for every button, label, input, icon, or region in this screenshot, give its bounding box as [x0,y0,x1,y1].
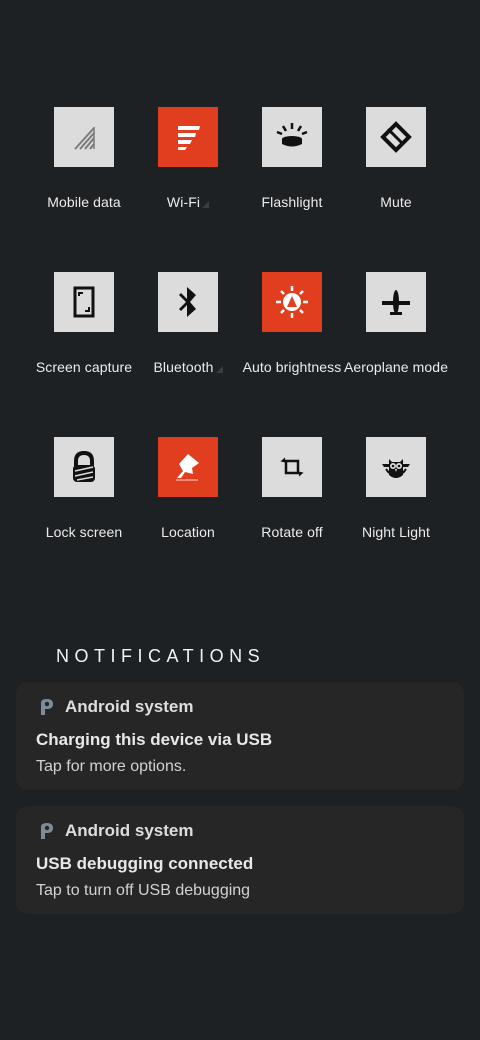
rotate-icon [280,457,304,477]
flashlight-icon [276,123,308,147]
tile-mute[interactable]: Mute [344,107,448,272]
tile-aeroplane-mode[interactable]: Aeroplane mode [344,272,448,437]
lock-icon [73,450,95,482]
tile-screen-capture-box[interactable] [54,272,114,332]
wifi-icon [178,126,200,150]
tile-night-light[interactable]: Night Light [344,437,448,602]
notification-app-name: Android system [65,697,194,716]
tile-rotate-off-box[interactable] [262,437,322,497]
mute-icon [380,121,412,153]
tile-wifi-box[interactable] [158,107,218,167]
tile-auto-brightness[interactable]: Auto brightness [240,272,344,437]
tile-label: Flashlight [261,194,323,210]
tile-bluetooth-box[interactable] [158,272,218,332]
notification-card[interactable]: Android system Charging this device via … [16,682,464,790]
tile-label: Wi-Fi [167,194,210,210]
tile-auto-brightness-box[interactable] [262,272,322,332]
quick-settings-row: Screen capture Bluetooth Auto brightness… [0,272,480,437]
android-system-icon [41,699,53,715]
expand-arrow-icon [215,366,223,373]
notification-header: Android system [38,697,193,717]
tile-label: Mute [380,194,412,210]
brightness-icon [276,286,308,318]
tile-label: Lock screen [45,524,123,540]
notification-title: USB debugging connected [36,854,254,873]
notification-header: Android system [38,821,193,841]
expand-arrow-icon [202,201,210,208]
tile-wifi[interactable]: Wi-Fi [136,107,240,272]
tile-label: Night Light [361,524,431,540]
notification-text: Tap to turn off USB debugging [36,882,251,899]
notification-card[interactable]: Android system USB debugging connected T… [16,806,464,914]
tile-label: Location [161,524,215,540]
tile-lock-screen-box[interactable] [54,437,114,497]
location-icon [176,454,199,481]
notification-shade: Mobile data Wi-Fi Flashlight Mute Screen… [0,0,480,1040]
tile-label: Rotate off [261,524,323,540]
tile-flashlight-box[interactable] [262,107,322,167]
tile-flashlight[interactable]: Flashlight [240,107,344,272]
quick-settings-row: Mobile data Wi-Fi Flashlight Mute [0,107,480,272]
tile-rotate-off[interactable]: Rotate off [240,437,344,602]
tile-mobile-data[interactable]: Mobile data [32,107,136,272]
airplane-icon [382,290,410,315]
tile-location-box[interactable] [158,437,218,497]
tile-location[interactable]: Location [136,437,240,602]
tile-label: Auto brightness [242,359,342,375]
tile-mobile-data-box[interactable] [54,107,114,167]
android-system-icon [41,823,53,839]
notification-title: Charging this device via USB [36,730,273,749]
tile-bluetooth[interactable]: Bluetooth [136,272,240,437]
quick-settings-grid: Mobile data Wi-Fi Flashlight Mute Screen… [0,107,480,602]
notifications-header: NOTIFICATIONS [56,646,266,666]
tile-night-light-box[interactable] [366,437,426,497]
tile-lock-screen[interactable]: Lock screen [32,437,136,602]
tile-aeroplane-mode-box[interactable] [366,272,426,332]
tile-label: Screen capture [35,359,133,375]
quick-settings-row: Lock screen Location Rotate off Night Li… [0,437,480,602]
tile-label: Mobile data [47,194,121,210]
tile-label: Aeroplane mode [343,359,449,375]
screen-capture-icon [73,286,95,318]
tile-screen-capture[interactable]: Screen capture [32,272,136,437]
tile-mute-box[interactable] [366,107,426,167]
notification-text: Tap for more options. [36,758,187,775]
owl-icon [382,459,410,478]
notification-app-name: Android system [65,821,194,840]
signal-icon [74,127,95,150]
tile-label: Bluetooth [153,359,223,375]
bluetooth-icon [179,287,196,317]
